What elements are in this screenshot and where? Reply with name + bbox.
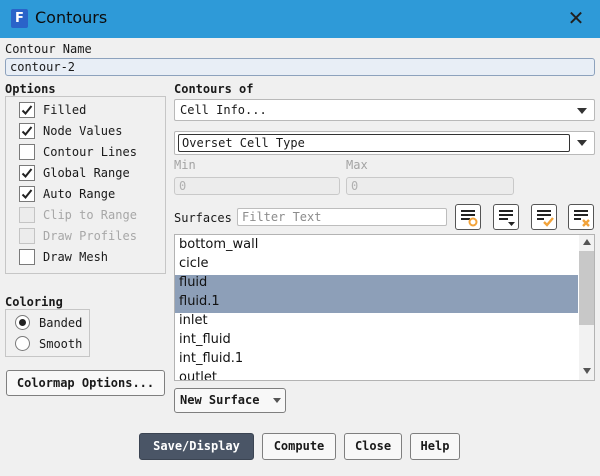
draw-mesh-label: Draw Mesh — [43, 250, 109, 264]
clear-selection-button[interactable] — [568, 204, 594, 230]
draw-mesh-checkbox[interactable] — [19, 249, 35, 265]
surface-item-fluid[interactable]: fluid — [175, 275, 578, 294]
surface-item-int-fluid-1[interactable]: int_fluid.1 — [175, 351, 578, 370]
contour-lines-checkbox[interactable] — [19, 144, 35, 160]
coloring-group: Banded Smooth — [5, 309, 90, 357]
new-surface-button[interactable]: New Surface — [174, 388, 286, 413]
node-values-checkbox[interactable] — [19, 123, 35, 139]
surface-item-fluid-1[interactable]: fluid.1 — [175, 294, 578, 313]
close-icon[interactable]: ✕ — [566, 8, 586, 29]
filled-checkbox[interactable] — [19, 102, 35, 118]
smooth-radio[interactable] — [15, 336, 30, 351]
clip-to-range-label: Clip to Range — [43, 208, 137, 222]
surfaces-label: Surfaces — [174, 211, 232, 225]
surfaces-filter-input[interactable]: Filter Text — [237, 208, 447, 226]
contours-of-label: Contours of — [174, 82, 254, 96]
max-field: 0 — [346, 177, 514, 195]
surface-item-cicle[interactable]: cicle — [175, 256, 578, 275]
window-title: Contours — [35, 8, 108, 27]
surface-item-bottom-wall[interactable]: bottom_wall — [175, 237, 578, 256]
contour-name-input[interactable]: contour-2 — [5, 58, 595, 76]
check-icon — [21, 105, 33, 115]
scroll-up-icon[interactable] — [583, 239, 591, 245]
title-bar: F Contours ✕ — [0, 0, 600, 38]
check-icon — [21, 126, 33, 136]
help-button[interactable]: Help — [410, 433, 460, 460]
options-group: Filled Node Values Contour Lines Global … — [5, 96, 166, 274]
surface-list-menu-button[interactable] — [493, 204, 519, 230]
check-icon — [21, 168, 33, 178]
auto-range-checkbox[interactable] — [19, 186, 35, 202]
list-scroll-thumb[interactable] — [579, 251, 594, 325]
close-button[interactable]: Close — [344, 433, 402, 460]
global-range-label: Global Range — [43, 166, 130, 180]
node-values-label: Node Values — [43, 124, 123, 138]
auto-range-label: Auto Range — [43, 187, 116, 201]
save-display-button[interactable]: Save/Display — [139, 433, 254, 460]
coloring-label: Coloring — [5, 295, 63, 309]
global-range-checkbox[interactable] — [19, 165, 35, 181]
filled-label: Filled — [43, 103, 87, 117]
draw-profiles-checkbox — [19, 228, 35, 244]
clip-to-range-checkbox — [19, 207, 35, 223]
new-surface-label: New Surface — [180, 393, 260, 407]
contours-of-category-select[interactable]: Cell Info... — [174, 99, 595, 121]
chevron-down-icon — [577, 108, 587, 114]
list-clear-icon — [574, 210, 590, 227]
chevron-down-icon — [577, 140, 587, 146]
contour-name-label: Contour Name — [5, 42, 92, 56]
surface-item-inlet[interactable]: inlet — [175, 313, 578, 332]
contours-of-category-value: Cell Info... — [180, 103, 267, 117]
chevron-down-icon — [273, 398, 281, 403]
surface-item-int-fluid[interactable]: int_fluid — [175, 332, 578, 351]
options-label: Options — [5, 82, 56, 96]
list-dropdown-icon — [499, 210, 515, 226]
select-all-surfaces-button[interactable] — [455, 204, 481, 230]
contour-lines-label: Contour Lines — [43, 145, 137, 159]
contours-of-field-value: Overset Cell Type — [182, 136, 305, 150]
min-label: Min — [174, 158, 196, 172]
draw-profiles-label: Draw Profiles — [43, 229, 137, 243]
check-icon — [21, 189, 33, 199]
apply-selection-button[interactable] — [531, 204, 557, 230]
contours-of-field-select[interactable]: Overset Cell Type — [174, 131, 595, 155]
max-label: Max — [346, 158, 368, 172]
banded-label: Banded — [39, 316, 83, 330]
surface-item-outlet[interactable]: outlet — [175, 370, 578, 380]
colormap-options-button[interactable]: Colormap Options... — [6, 370, 165, 396]
list-check-icon — [537, 210, 554, 227]
list-select-icon — [461, 210, 478, 227]
smooth-label: Smooth — [39, 337, 83, 351]
fluent-app-icon: F — [11, 9, 28, 28]
banded-radio[interactable] — [15, 315, 30, 330]
radio-dot-icon — [19, 319, 26, 326]
scroll-down-icon[interactable] — [583, 368, 591, 374]
field-focus-box: Overset Cell Type — [178, 134, 570, 152]
compute-button[interactable]: Compute — [262, 433, 336, 460]
min-field: 0 — [174, 177, 340, 195]
surfaces-list[interactable]: bottom_wall cicle fluid fluid.1 inlet in… — [174, 234, 595, 381]
